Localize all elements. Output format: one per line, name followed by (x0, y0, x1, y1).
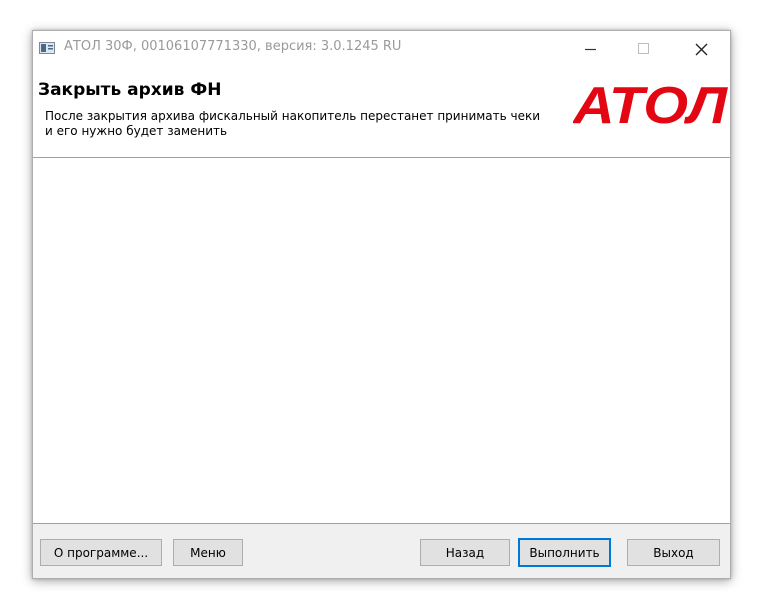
maximize-button[interactable] (621, 31, 667, 67)
menu-button[interactable]: Меню (173, 539, 243, 566)
app-icon (39, 42, 55, 54)
title-bar[interactable]: АТОЛ 30Ф, 00106107771330, версия: 3.0.12… (33, 31, 730, 67)
page-description: После закрытия архива фискальный накопит… (45, 109, 541, 138)
atol-logo: АТОЛ (573, 83, 728, 127)
back-button[interactable]: Назад (420, 539, 510, 566)
logo-text: АТОЛ (573, 83, 728, 127)
minimize-icon (585, 48, 596, 51)
minimize-button[interactable] (568, 31, 614, 67)
exit-button[interactable]: Выход (627, 539, 720, 566)
execute-button[interactable]: Выполнить (518, 538, 611, 567)
app-window: АТОЛ 30Ф, 00106107771330, версия: 3.0.12… (32, 30, 731, 579)
window-title: АТОЛ 30Ф, 00106107771330, версия: 3.0.12… (64, 39, 402, 54)
bottom-toolbar: О программе... Меню Назад Выполнить Выхо… (33, 524, 730, 578)
maximize-icon (638, 43, 649, 54)
about-button[interactable]: О программе... (40, 539, 162, 566)
close-button[interactable] (678, 31, 724, 67)
content-area (33, 158, 730, 524)
close-icon (695, 43, 707, 55)
header-panel: Закрыть архив ФН После закрытия архива ф… (33, 67, 730, 158)
page-title: Закрыть архив ФН (38, 80, 222, 100)
